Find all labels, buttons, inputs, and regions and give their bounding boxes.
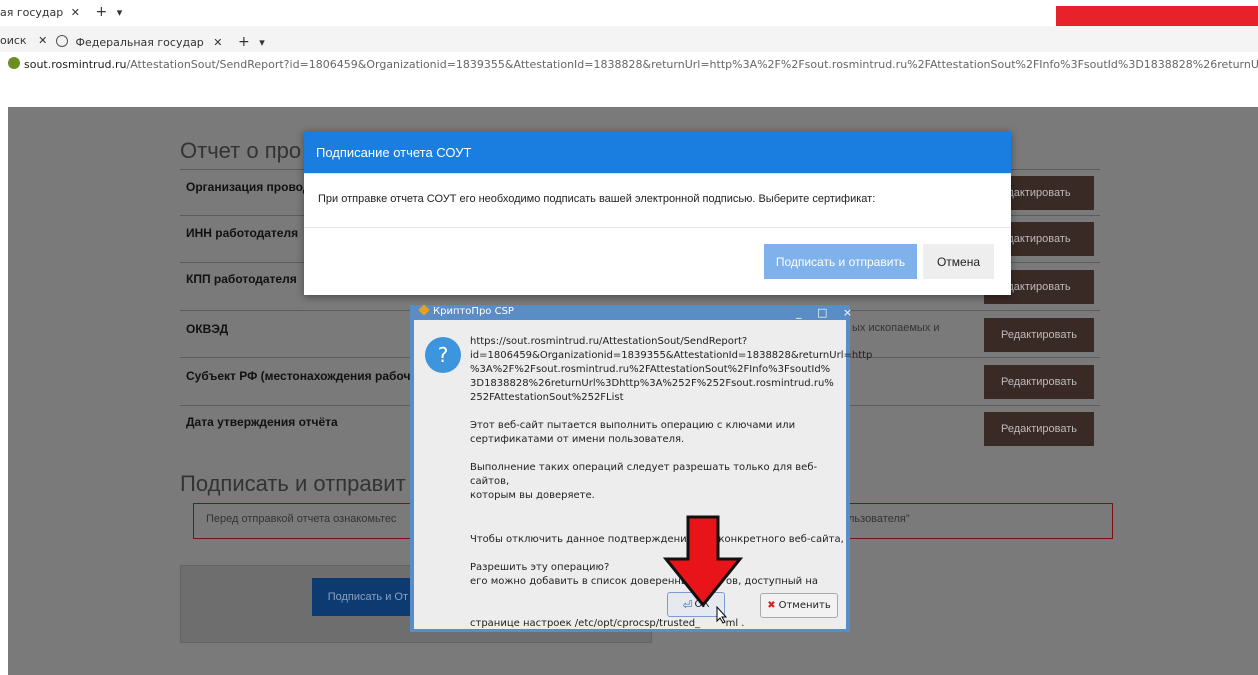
tab-menu-icon[interactable]: ▾ (117, 6, 123, 19)
browser-tab-partial[interactable]: ая государ ✕ + ▾ (0, 4, 122, 20)
row-label-region: Субъект РФ (местонахождения рабочи (186, 369, 418, 383)
tab-menu-icon[interactable]: ▾ (259, 36, 265, 49)
row-label-organization: Организация провод (186, 180, 311, 194)
url-path: /AttestationSout/SendReport?id=1806459&O… (126, 58, 1258, 71)
modal-title: Подписание отчета СОУТ (316, 145, 472, 160)
text-line: Чтобы отключить данное подтверждение для… (470, 534, 844, 545)
page-sign-button[interactable]: Подписать и От (312, 578, 412, 616)
new-tab-icon[interactable]: + (238, 34, 250, 50)
cryptopro-title-text: КриптоПро CSP (433, 306, 514, 317)
text-line: которым вы доверяете. (470, 490, 595, 501)
url-line: id=1806459&Organizationid=1839355&Attest… (470, 350, 873, 361)
text-line: сертификатами от имени пользователя. (470, 434, 685, 445)
tab-label: ая государ (0, 6, 64, 19)
modal-divider (304, 173, 1011, 174)
row-label-inn: ИНН работодателя (186, 226, 299, 240)
sign-heading: Подписать и отправит (180, 471, 406, 496)
question-icon: ? (425, 337, 461, 373)
modal-divider (304, 227, 1011, 228)
cryptopro-title: КриптоПро CSP (418, 304, 514, 317)
url-line: 3D1838828%26returnUrl%3Dhttp%3A%252F%252… (470, 378, 834, 389)
red-banner (1056, 6, 1258, 28)
tab-close-icon[interactable]: ✕ (38, 34, 47, 47)
text-line: его можно добавить в список доверенных в… (470, 576, 819, 587)
tab-close-icon[interactable]: ✕ (213, 36, 222, 49)
row-label-okved: ОКВЭД (186, 322, 229, 336)
report-heading: Отчет о про (180, 138, 302, 163)
tab-close-icon[interactable]: ✕ (71, 6, 80, 19)
mouse-cursor-icon (716, 606, 728, 624)
warning-paragraph: Этот веб-сайт пытается выполнить операци… (470, 419, 840, 447)
cancel-dialog-button[interactable]: ✖ Отменить (760, 593, 838, 618)
edit-button-okved[interactable]: Редактировать (984, 318, 1094, 352)
warning-text-end: льзователя" (848, 513, 910, 525)
tab-label: Федеральная государ (75, 36, 204, 49)
edit-button-region[interactable]: Редактировать (984, 365, 1094, 399)
tab-label: оиск (0, 34, 27, 47)
address-url[interactable]: sout.rosmintrud.ru/AttestationSout/SendR… (24, 58, 1258, 71)
new-tab-icon[interactable]: + (95, 4, 107, 20)
modal-body-text: При отправке отчета СОУТ его необходимо … (318, 193, 876, 205)
text-line: странице настроек /etc/opt/cprocsp/trust… (470, 618, 745, 629)
url-line: 252FAttestationSout%252FList (470, 392, 624, 403)
settings-paragraph: Чтобы отключить данное подтверждение для… (470, 505, 844, 645)
text-line: Выполнение таких операций следует разреш… (470, 462, 818, 487)
row-value-okved: ых ископаемых и (852, 322, 940, 334)
cryptopro-app-icon (418, 304, 430, 316)
text-line: Этот веб-сайт пытается выполнить операци… (470, 420, 796, 431)
browser-tab-search[interactable]: оиск ✕ (0, 34, 47, 47)
url-line: https://sout.rosmintrud.ru/AttestationSo… (470, 336, 748, 347)
browser-tab-active[interactable]: Федеральная государ ✕ + ▾ (56, 34, 265, 50)
cancel-button[interactable]: Отмена (923, 244, 994, 279)
warning-text: Перед отправкой отчета ознакомьтес (206, 513, 397, 525)
annotation-arrow-icon (662, 515, 744, 608)
window-controls[interactable]: _ □ × (796, 306, 858, 319)
question-text: Разрешить эту операцию? (470, 562, 610, 573)
cancel-label: Отменить (778, 600, 831, 611)
url-line: %3A%2F%2Fsout.rosmintrud.ru%2FAttestatio… (470, 364, 831, 375)
sign-and-send-button[interactable]: Подписать и отправить (764, 244, 917, 279)
globe-icon (56, 35, 68, 47)
edit-button-report-date[interactable]: Редактировать (984, 412, 1094, 446)
url-domain: sout.rosmintrud.ru (24, 58, 127, 71)
site-emblem-icon (8, 57, 20, 69)
request-url: https://sout.rosmintrud.ru/AttestationSo… (470, 335, 873, 405)
cancel-x-icon: ✖ (767, 600, 776, 611)
row-label-report-date: Дата утверждения отчёта (186, 415, 338, 429)
row-label-kpp: КПП работодателя (186, 272, 297, 286)
trust-paragraph: Выполнение таких операций следует разреш… (470, 461, 840, 503)
